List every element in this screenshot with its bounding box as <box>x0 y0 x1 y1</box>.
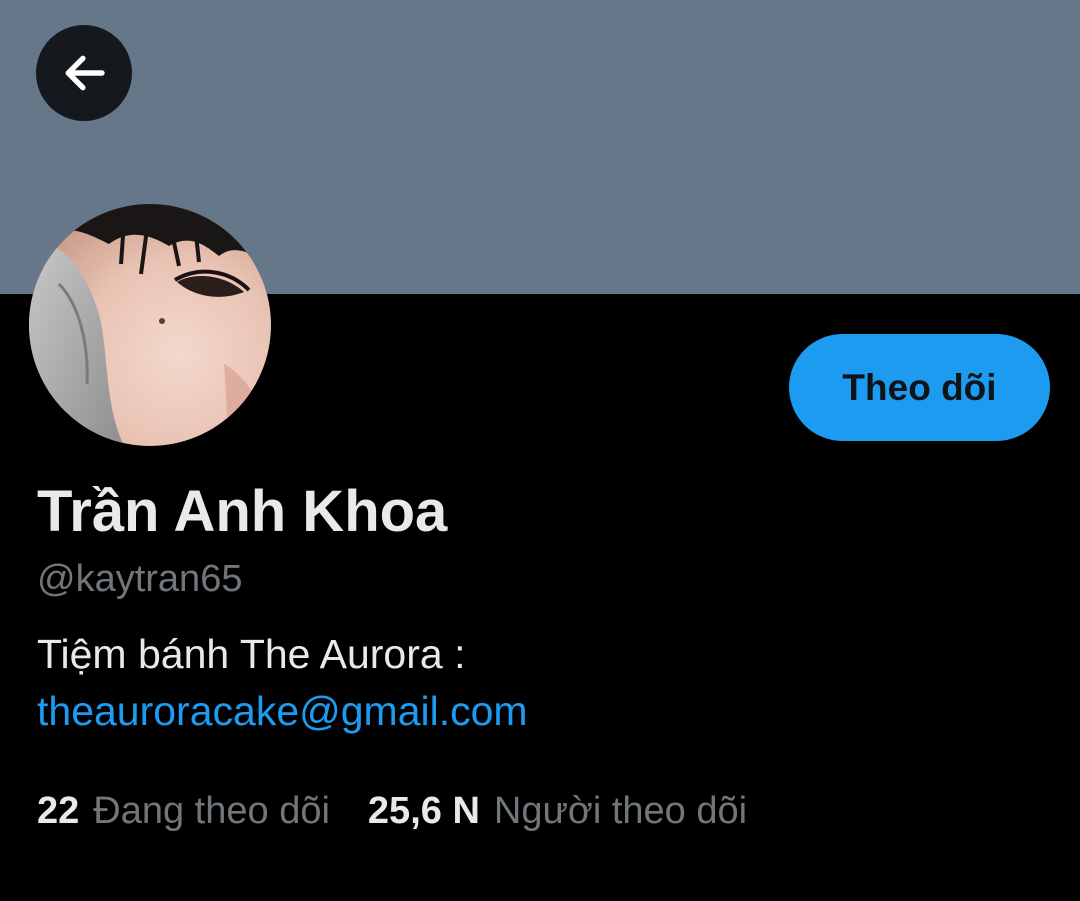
bio: Tiệm bánh The Aurora : theauroracake@gma… <box>37 626 1037 740</box>
profile-screen: Theo dõi Trần Anh Khoa @kaytran65 Tiệm b… <box>0 0 1080 901</box>
avatar[interactable] <box>29 204 271 446</box>
user-handle: @kaytran65 <box>37 558 243 600</box>
following-label: Đang theo dõi <box>93 790 330 832</box>
avatar-photo <box>29 204 271 446</box>
follow-button[interactable]: Theo dõi <box>789 334 1050 441</box>
followers-label: Người theo dõi <box>493 790 748 832</box>
bio-email-link[interactable]: theauroracake@gmail.com <box>37 683 1037 740</box>
display-name: Trần Anh Khoa <box>37 479 448 544</box>
followers-count: 25,6 N <box>367 790 480 832</box>
bio-text: Tiệm bánh The Aurora : <box>37 631 466 677</box>
back-button[interactable] <box>36 25 132 121</box>
arrow-left-icon <box>65 55 105 91</box>
following-stat[interactable]: 22 Đang theo dõi <box>37 786 330 836</box>
followers-stat[interactable]: 25,6 N Người theo dõi <box>368 786 747 836</box>
follow-stats: 22 Đang theo dõi 25,6 N Người theo dõi <box>37 786 747 836</box>
following-count: 22 <box>37 790 80 832</box>
